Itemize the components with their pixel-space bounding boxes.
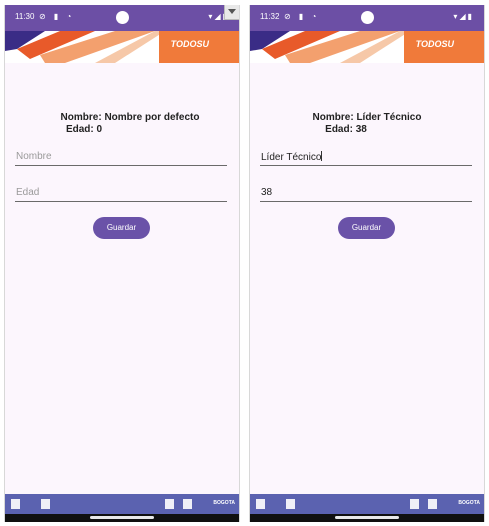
footer-logo-4 [183,499,192,509]
footer-logos: BOGOTA [5,494,239,514]
name-display: Nombre: Nombre por defecto [60,112,200,123]
age-input[interactable]: Edad [15,186,227,202]
notification-icons: ⊘ ▮ ◔ [39,12,75,21]
footer-logo-2 [41,499,50,509]
footer-logo-3 [165,499,174,509]
name-input[interactable]: Nombre [15,150,227,166]
name-value: Líder Técnico [261,151,323,163]
home-gesture-pill[interactable] [90,516,154,519]
header-banner: TODOSU [250,31,484,63]
banner-brand: TODOSU [170,39,209,49]
phone-screen-right: 11:32 ⊘ ▮ ◔ ▾◢▮ TODOSU Nombre: Líder Téc… [249,5,485,522]
status-bar: 11:32 ⊘ ▮ ◔ ▾◢▮ [250,5,484,31]
name-display: Nombre: Líder Técnico [312,112,422,123]
profile-summary: Nombre: Nombre por defecto Edad: 0 [5,112,239,136]
header-banner: TODOSU [5,31,239,63]
footer-logo-2 [286,499,295,509]
signal-battery-icons: ▾◢▮ [453,12,474,21]
footer-logo-1 [256,499,265,509]
text-caret [321,151,323,161]
age-display: Edad: 0 [65,124,103,135]
age-value: 38 [261,187,273,198]
system-nav-bar [5,514,239,522]
camera-cutout [116,11,129,24]
footer-logo-4 [428,499,437,509]
notification-icons: ⊘ ▮ ◔ [284,12,320,21]
save-button[interactable]: Guardar [93,217,150,239]
camera-cutout [361,11,374,24]
footer-logos: BOGOTA [250,494,484,514]
footer-logo-1 [11,499,20,509]
status-time: 11:32 [260,12,280,21]
save-button[interactable]: Guardar [338,217,395,239]
system-nav-bar [250,514,484,522]
banner-brand: TODOSU [415,39,454,49]
footer-bogota: BOGOTA [458,500,480,506]
name-input[interactable]: Líder Técnico [260,150,472,166]
profile-summary: Nombre: Líder Técnico Edad: 38 [250,112,484,136]
home-gesture-pill[interactable] [335,516,399,519]
age-display: Edad: 38 [325,124,367,135]
phone-screen-left: 11:30 ⊘ ▮ ◔ ▾◢▮ TODOSU Nombre: Nombre po… [4,5,240,522]
footer-bogota: BOGOTA [213,500,235,506]
footer-logo-3 [410,499,419,509]
age-placeholder: Edad [16,187,40,198]
dropdown-arrow-icon[interactable] [224,5,239,20]
status-bar: 11:30 ⊘ ▮ ◔ ▾◢▮ [5,5,239,31]
age-input[interactable]: 38 [260,186,472,202]
status-time: 11:30 [15,12,35,21]
name-placeholder: Nombre [16,151,52,162]
